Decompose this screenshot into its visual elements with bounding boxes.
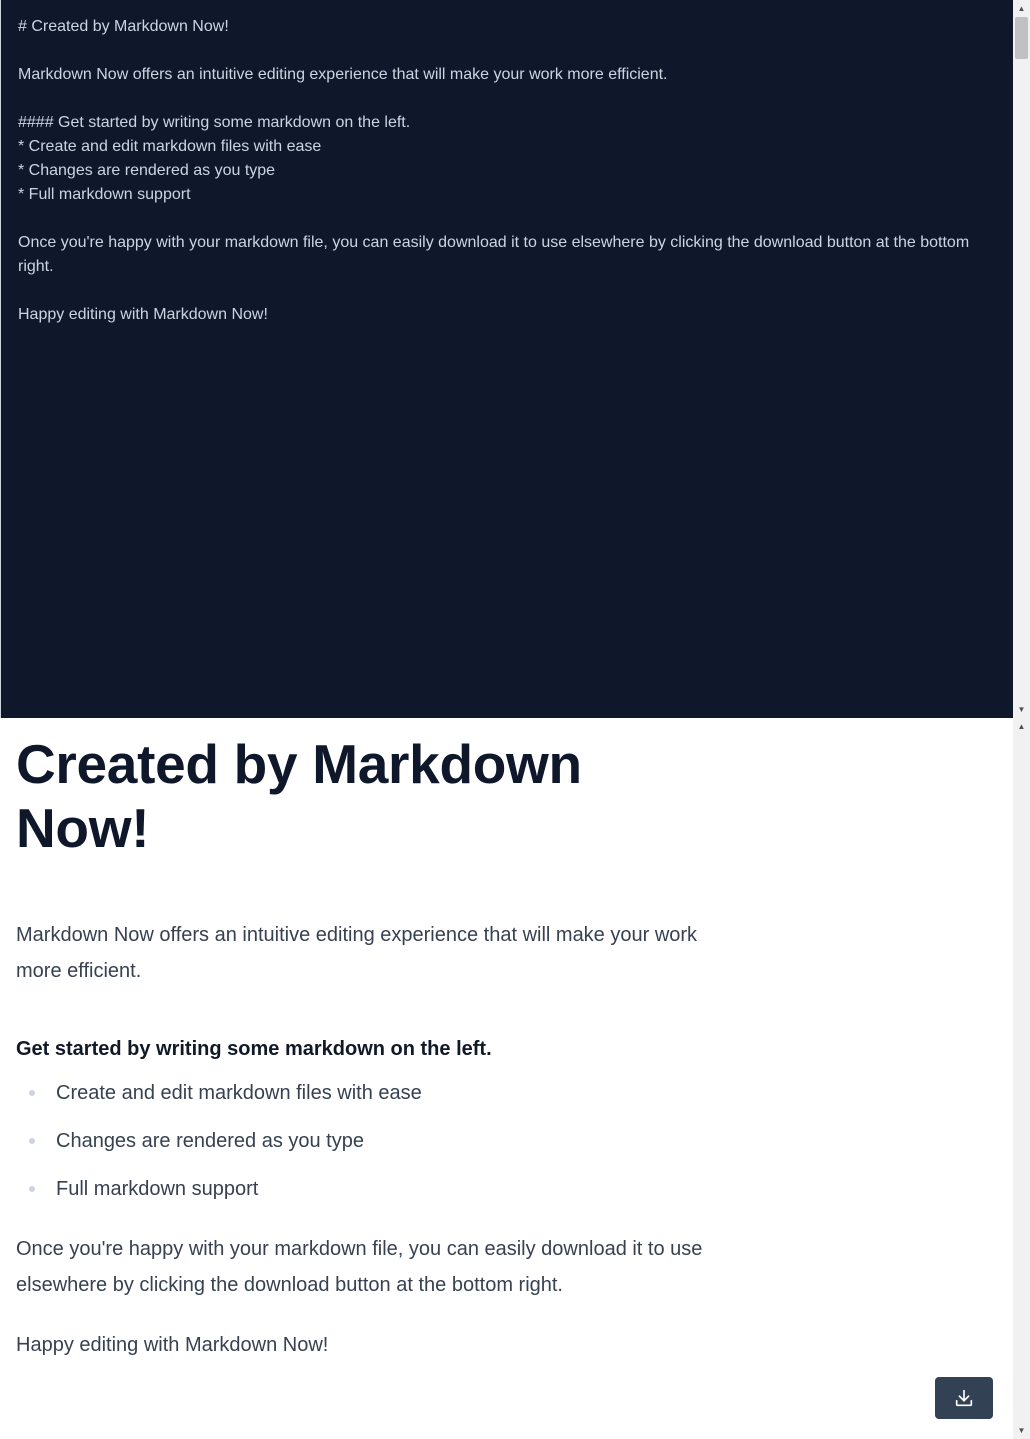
bullet-icon (29, 1186, 35, 1192)
preview-download-paragraph: Once you're happy with your markdown fil… (16, 1238, 703, 1296)
bullet-icon (29, 1138, 35, 1144)
list-item: Changes are rendered as you type (16, 1123, 716, 1159)
scroll-down-icon[interactable]: ▼ (1013, 1422, 1030, 1439)
list-item: Create and edit markdown files with ease (16, 1075, 716, 1111)
download-icon (955, 1389, 973, 1407)
scrollbar-thumb[interactable] (1015, 17, 1028, 59)
preview-scrollbar[interactable]: ▲ ▼ (1013, 718, 1030, 1439)
preview-intro: Markdown Now offers an intuitive editing… (16, 924, 698, 982)
preview-subheading: Get started by writing some markdown on … (16, 1038, 492, 1060)
preview-list: Create and edit markdown files with ease… (16, 1075, 716, 1207)
scroll-down-icon[interactable]: ▼ (1013, 701, 1030, 718)
editor-scrollbar[interactable]: ▲ ▼ (1013, 0, 1030, 718)
editor-textarea[interactable]: # Created by Markdown Now! Markdown Now … (18, 15, 998, 327)
download-button[interactable] (935, 1377, 993, 1419)
markdown-editor[interactable]: # Created by Markdown Now! Markdown Now … (0, 0, 1030, 718)
scroll-up-icon[interactable]: ▲ (1013, 718, 1030, 735)
scroll-up-icon[interactable]: ▲ (1013, 0, 1030, 17)
list-item: Full markdown support (16, 1171, 716, 1207)
preview-closing: Happy editing with Markdown Now! (16, 1334, 329, 1356)
preview-title: Created by Markdown Now! (16, 733, 582, 859)
bullet-icon (29, 1090, 35, 1096)
markdown-preview: Created by Markdown Now! Markdown Now of… (16, 718, 716, 1363)
